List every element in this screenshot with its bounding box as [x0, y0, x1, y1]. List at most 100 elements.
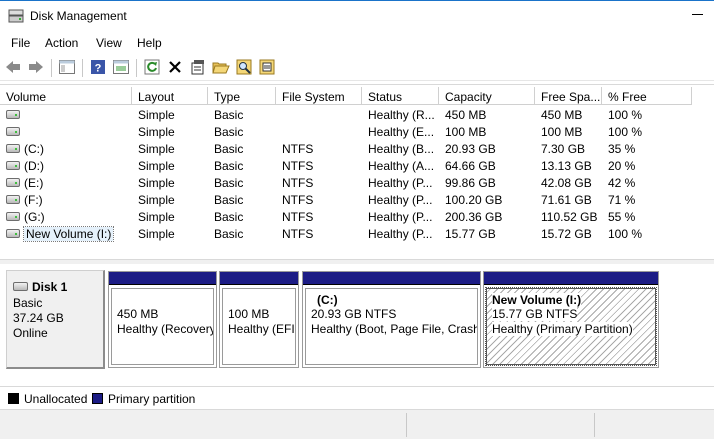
open-folder-icon[interactable]: [212, 58, 230, 76]
console-tree-icon[interactable]: [58, 58, 76, 76]
cell-free-space: 450 MB: [541, 108, 583, 122]
cell-capacity: 450 MB: [445, 108, 487, 122]
toolbar-separator: [51, 59, 52, 77]
toolbar-separator: [82, 59, 83, 77]
partition-title: (C:): [317, 293, 338, 307]
legend: Unallocated Primary partition: [0, 386, 714, 408]
back-arrow-icon[interactable]: [4, 58, 22, 76]
table-row[interactable]: New Volume (I:) Simple Basic NTFS Healthy (P…: [0, 225, 714, 242]
cell-volume: (D:): [24, 159, 44, 173]
cell-status: Healthy (P...: [368, 176, 433, 190]
refresh-icon[interactable]: [143, 58, 161, 76]
legend-primary-label: Primary partition: [108, 392, 196, 406]
cell-layout: Simple: [138, 108, 175, 122]
cell-file-system: NTFS: [282, 193, 314, 207]
cell-type: Basic: [214, 227, 244, 241]
table-row[interactable]: (F:) Simple Basic NTFS Healthy (P... 100.20 G…: [0, 191, 714, 208]
partition-status: Healthy (Recovery: [117, 322, 214, 336]
cell-file-system: NTFS: [282, 159, 314, 173]
cell-layout: Simple: [138, 159, 175, 173]
col-header-volume[interactable]: Volume: [0, 87, 132, 105]
cell-file-system: NTFS: [282, 142, 314, 156]
partition-body: 450 MB Healthy (Recovery: [111, 288, 214, 365]
partition-c[interactable]: (C:) 20.93 GB NTFS Healthy (Boot, Page F…: [302, 271, 481, 368]
table-row[interactable]: (G:) Simple Basic NTFS Healthy (P... 200.36 G…: [0, 208, 714, 225]
partition-size: 15.77 GB NTFS: [492, 307, 578, 321]
help-icon[interactable]: ?: [89, 58, 107, 76]
disk-name: Disk 1: [32, 280, 68, 294]
delete-icon[interactable]: [166, 58, 184, 76]
partition-recovery[interactable]: 450 MB Healthy (Recovery: [108, 271, 217, 368]
cell-capacity: 99.86 GB: [445, 176, 496, 190]
cell-layout: Simple: [138, 176, 175, 190]
cell-volume: (E:): [24, 176, 44, 190]
disk-view: Disk 1 Basic 37.24 GB Online 450 MB Heal…: [0, 264, 714, 386]
menu-bar: File Action View Help: [0, 33, 714, 53]
cell-status: Healthy (E...: [368, 125, 435, 139]
drive-icon: [6, 161, 20, 170]
partition-status: Healthy (Primary Partition): [492, 322, 633, 336]
disk-size: 37.24 GB: [13, 311, 64, 325]
menu-help[interactable]: Help: [137, 36, 162, 50]
table-row[interactable]: (E:) Simple Basic NTFS Healthy (P... 99.86 GB…: [0, 174, 714, 191]
cell-type: Basic: [214, 176, 244, 190]
col-header-percent-free[interactable]: % Free: [602, 87, 692, 105]
window-title: Disk Management: [30, 9, 127, 23]
menu-file[interactable]: File: [11, 36, 30, 50]
table-row[interactable]: Simple Basic Healthy (R... 450 MB 450 MB 100 …: [0, 106, 714, 123]
status-bar: [0, 409, 714, 439]
cell-file-system: NTFS: [282, 176, 314, 190]
disk-type: Basic: [13, 296, 43, 310]
table-row[interactable]: (D:) Simple Basic NTFS Healthy (A... 64.66 GB…: [0, 157, 714, 174]
properties-icon[interactable]: [189, 58, 207, 76]
drive-icon: [6, 127, 20, 136]
cell-free-space: 100 MB: [541, 125, 583, 139]
partition-new-volume-i[interactable]: New Volume (I:) 15.77 GB NTFS Healthy (P…: [483, 271, 659, 368]
cell-percent-free: 55 %: [608, 210, 636, 224]
cell-type: Basic: [214, 193, 244, 207]
partition-bar: [109, 272, 216, 285]
table-row[interactable]: (C:) Simple Basic NTFS Healthy (B... 20.93 GB…: [0, 140, 714, 157]
menu-view[interactable]: View: [96, 36, 122, 50]
table-row[interactable]: Simple Basic Healthy (E... 100 MB 100 MB 100 …: [0, 123, 714, 140]
disk-icon: [13, 282, 28, 291]
cell-percent-free: 35 %: [608, 142, 636, 156]
partition-efi[interactable]: 100 MB Healthy (EFI: [219, 271, 299, 368]
cell-percent-free: 100 %: [608, 227, 643, 241]
drive-icon: [6, 195, 20, 204]
toolbar: ?: [0, 55, 714, 81]
col-header-free-space[interactable]: Free Spa...: [535, 87, 602, 105]
col-header-status[interactable]: Status: [362, 87, 439, 105]
menu-action[interactable]: Action: [45, 36, 78, 50]
drive-icon: [6, 144, 20, 153]
svg-text:?: ?: [95, 63, 102, 75]
title-bar: Disk Management: [0, 0, 714, 31]
cell-file-system: NTFS: [282, 227, 314, 241]
cell-volume: New Volume (I:): [22, 226, 115, 242]
volume-list: Volume Layout Type File System Status Ca…: [0, 84, 714, 259]
cell-layout: Simple: [138, 193, 175, 207]
status-separator: [406, 413, 407, 437]
cell-layout: Simple: [138, 210, 175, 224]
disk-properties-icon[interactable]: [258, 58, 276, 76]
partition-status: Healthy (Boot, Page File, Crash: [311, 322, 478, 336]
cell-layout: Simple: [138, 227, 175, 241]
cell-status: Healthy (P...: [368, 227, 433, 241]
partition-body: 100 MB Healthy (EFI: [222, 288, 296, 365]
legend-unallocated-swatch: [8, 393, 19, 404]
col-header-type[interactable]: Type: [208, 87, 276, 105]
col-header-layout[interactable]: Layout: [132, 87, 208, 105]
forward-arrow-icon[interactable]: [27, 58, 45, 76]
col-header-file-system[interactable]: File System: [276, 87, 362, 105]
partition-body-selected: New Volume (I:) 15.77 GB NTFS Healthy (P…: [485, 287, 657, 366]
action-pane-icon[interactable]: [112, 58, 130, 76]
cell-free-space: 7.30 GB: [541, 142, 586, 156]
col-header-capacity[interactable]: Capacity: [439, 87, 535, 105]
partition-body: (C:) 20.93 GB NTFS Healthy (Boot, Page F…: [305, 288, 478, 365]
drive-icon: [6, 110, 20, 119]
explore-icon[interactable]: [235, 58, 253, 76]
minimize-button[interactable]: [692, 7, 706, 21]
cell-layout: Simple: [138, 142, 175, 156]
disk-info[interactable]: Disk 1 Basic 37.24 GB Online: [6, 270, 105, 369]
toolbar-separator: [136, 59, 137, 77]
